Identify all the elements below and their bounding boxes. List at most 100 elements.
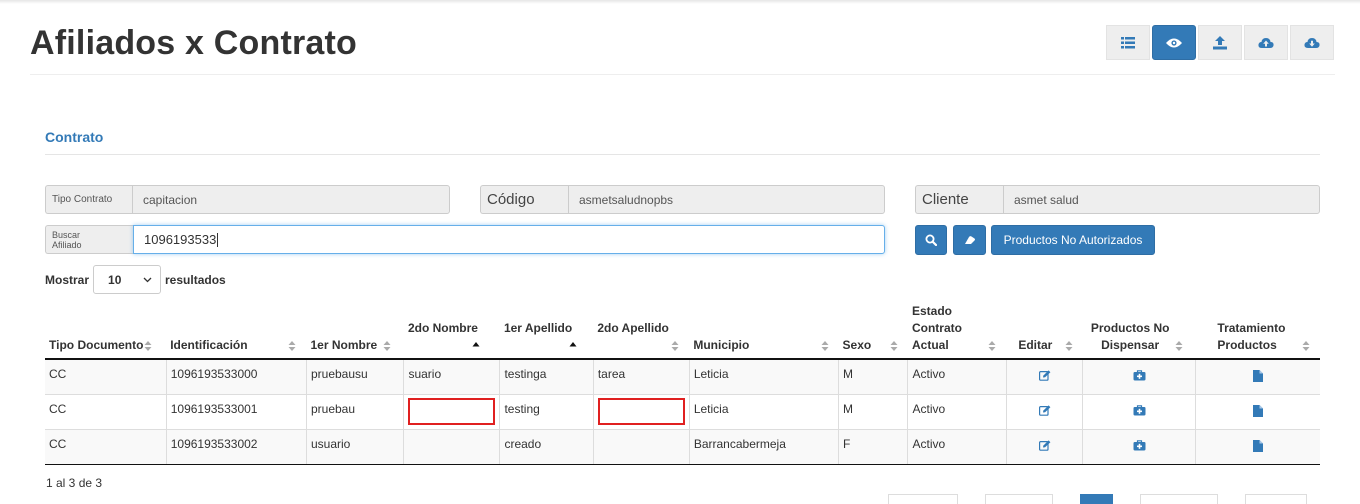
col-estado-line3: Actual	[911, 338, 949, 352]
col-1er-nombre[interactable]: 1er Nombre	[306, 302, 404, 360]
table-header-row: Tipo Documento Identificación 1er Nombre…	[45, 302, 1320, 360]
cell-productos-no-dispensar	[1082, 359, 1196, 395]
col-1er-apellido-label: 1er Apellido	[503, 321, 573, 335]
page-title: Afiliados x Contrato	[30, 24, 358, 62]
cell-tratamiento-productos	[1194, 429, 1320, 465]
buscar-afiliado-label: Buscar Afiliado	[45, 225, 133, 254]
search-button[interactable]	[915, 225, 947, 255]
table-row: CC 1096193533001 pruebau testing Leticia…	[45, 394, 1320, 430]
pagination-previous[interactable]	[985, 494, 1053, 504]
col-2do-nombre[interactable]: 2do Nombre	[403, 302, 500, 360]
cell-1er-apellido: testinga	[499, 359, 594, 395]
col-1er-nombre-label: 1er Nombre	[310, 338, 378, 352]
col-tratamiento-productos[interactable]: Tratamiento Productos	[1195, 302, 1320, 360]
col-2do-apellido[interactable]: 2do Apellido	[593, 302, 690, 360]
cell-2do-nombre	[403, 394, 500, 430]
col-1er-apellido[interactable]: 1er Apellido	[499, 302, 594, 360]
edit-icon[interactable]	[1038, 370, 1051, 381]
tipo-contrato-field: capitacion	[132, 185, 450, 214]
col-productos-no-dispensar[interactable]: Productos No Dispensar	[1082, 302, 1196, 360]
table-info: 1 al 3 de 3	[46, 476, 103, 490]
col-productos-line1: Productos No	[1090, 321, 1170, 335]
medkit-icon[interactable]	[1133, 370, 1146, 381]
cell-2do-apellido	[592, 394, 690, 430]
col-tratamiento-line1: Tratamiento	[1217, 321, 1286, 335]
col-sexo[interactable]: Sexo	[838, 302, 908, 360]
pagination-current-page[interactable]	[1080, 494, 1113, 504]
cliente-label: Cliente	[915, 185, 1003, 214]
file-icon[interactable]	[1252, 439, 1263, 452]
cell-editar	[1005, 359, 1083, 395]
cell-1er-apellido: creado	[499, 429, 594, 465]
clear-button[interactable]	[953, 225, 986, 255]
top-shadow	[0, 0, 1360, 4]
edit-icon[interactable]	[1038, 439, 1051, 451]
cell-sexo: M	[838, 394, 908, 430]
cell-municipio: Barrancabermeja	[688, 429, 839, 465]
chevron-down-icon	[143, 277, 152, 282]
col-estado-line1: Estado	[911, 304, 952, 318]
cell-editar	[1005, 429, 1083, 465]
pagination-last[interactable]	[1245, 494, 1307, 504]
cell-tipo: CC	[45, 359, 167, 395]
col-municipio[interactable]: Municipio	[689, 302, 839, 360]
upload-icon	[1213, 35, 1227, 49]
cliente-group: Cliente asmet salud	[915, 185, 1320, 214]
medkit-icon[interactable]	[1133, 439, 1146, 451]
codigo-field: asmetsaludnopbs	[568, 185, 885, 214]
pagination-next[interactable]	[1140, 494, 1218, 504]
sort-icon	[671, 341, 679, 351]
sort-icon	[821, 341, 829, 351]
tipo-contrato-group: Tipo Contrato capitacion	[45, 185, 450, 214]
table-row: CC 1096193533002 usuario creado Barranca…	[45, 429, 1320, 465]
col-identificacion-label: Identificación	[170, 338, 248, 352]
highlight-box	[408, 397, 496, 425]
title-divider	[30, 74, 1335, 75]
col-identificacion[interactable]: Identificación	[166, 302, 307, 360]
buscar-label-line2: Afiliado	[52, 239, 82, 250]
table-row: CC 1096193533000 pruebausu suario testin…	[45, 359, 1320, 395]
file-icon[interactable]	[1252, 370, 1263, 382]
afiliados-table: Tipo Documento Identificación 1er Nombre…	[45, 302, 1320, 465]
view-toolbar	[1106, 25, 1334, 60]
list-icon	[1121, 36, 1135, 48]
file-icon[interactable]	[1252, 404, 1263, 417]
medkit-icon[interactable]	[1133, 404, 1146, 416]
col-2do-nombre-label: 2do Nombre	[407, 321, 478, 335]
cell-municipio: Leticia	[688, 394, 839, 430]
sort-icon	[1302, 341, 1310, 351]
view-button[interactable]	[1152, 25, 1196, 60]
col-sexo-label: Sexo	[842, 338, 872, 352]
cell-estado: Activo	[907, 394, 1007, 430]
cell-estado: Activo	[907, 429, 1007, 465]
cell-tratamiento-productos	[1194, 359, 1320, 395]
col-editar[interactable]: Editar	[1006, 302, 1083, 360]
cell-tipo: CC	[45, 429, 167, 465]
sort-icon	[144, 341, 152, 351]
col-estado-contrato[interactable]: Estado Contrato Actual	[907, 302, 1007, 360]
sort-icon	[1175, 341, 1183, 351]
productos-no-autorizados-button[interactable]: Productos No Autorizados	[991, 225, 1155, 255]
sort-asc-icon	[569, 342, 577, 347]
col-tipo-documento[interactable]: Tipo Documento	[45, 302, 167, 360]
cell-identificacion: 1096193533002	[165, 429, 307, 465]
cell-2do-apellido: tarea	[592, 359, 690, 395]
cell-1er-nombre: pruebau	[305, 394, 404, 430]
upload-button[interactable]	[1198, 25, 1242, 60]
col-municipio-label: Municipio	[693, 338, 750, 352]
cell-identificacion: 1096193533000	[165, 359, 307, 395]
list-view-button[interactable]	[1106, 25, 1150, 60]
buscar-afiliado-input[interactable]: 1096193533	[133, 225, 885, 254]
page-length-select[interactable]: 10	[93, 265, 162, 294]
cell-sexo: F	[838, 429, 908, 465]
codigo-group: Código asmetsaludnopbs	[480, 185, 885, 214]
cloud-upload-icon	[1258, 37, 1274, 48]
cloud-download-button[interactable]	[1290, 25, 1334, 60]
cell-productos-no-dispensar	[1082, 394, 1196, 430]
codigo-label: Código	[480, 185, 568, 214]
cloud-upload-button[interactable]	[1244, 25, 1288, 60]
contract-section-title: Contrato	[45, 129, 104, 145]
edit-icon[interactable]	[1038, 404, 1051, 416]
eraser-icon	[964, 236, 975, 244]
pagination-first[interactable]	[888, 494, 958, 504]
